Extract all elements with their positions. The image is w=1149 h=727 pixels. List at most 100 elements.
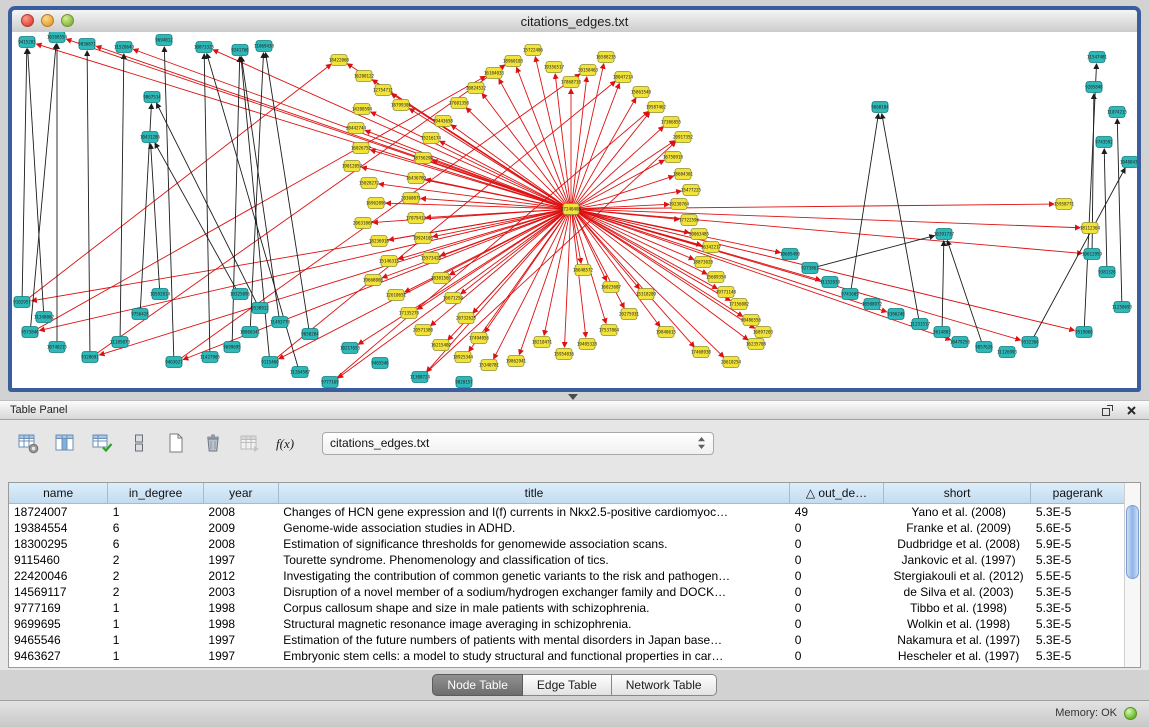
cell-pagerank[interactable]: 5.3E-5	[1031, 552, 1125, 568]
graph-node[interactable]: 17601350	[449, 98, 470, 109]
graph-node[interactable]: 15958771	[1054, 199, 1075, 210]
cell-name[interactable]: 9463627	[9, 648, 108, 664]
tab-node-table[interactable]: Node Table	[432, 674, 523, 696]
cell-short[interactable]: Stergiakouli et al. (2012)	[883, 568, 1031, 584]
cell-out_degree[interactable]: 0	[790, 600, 884, 616]
cell-in_degree[interactable]: 2	[108, 552, 204, 568]
graph-node[interactable]: 15028272	[359, 178, 380, 189]
cell-name[interactable]: 22420046	[9, 568, 108, 584]
cell-in_degree[interactable]: 1	[108, 616, 204, 632]
graph-node[interactable]: 17240408	[561, 204, 582, 215]
network-graph[interactable]: 1724040818422060162801221275471118799301…	[12, 32, 1137, 388]
graph-edge[interactable]	[817, 236, 935, 267]
graph-node[interactable]: 15954036	[554, 349, 575, 360]
graph-node[interactable]: 9538912	[251, 303, 269, 314]
graph-node[interactable]: 20360871	[401, 193, 422, 204]
cell-pagerank[interactable]: 5.3E-5	[1031, 584, 1125, 600]
graph-edge[interactable]	[31, 44, 56, 327]
column-header-short[interactable]: short	[883, 483, 1031, 504]
table-selector-dropdown[interactable]: citations_edges.txt	[322, 432, 714, 455]
graph-edge[interactable]	[578, 191, 681, 208]
cell-in_degree[interactable]: 2	[108, 568, 204, 584]
minimize-window-button[interactable]	[41, 14, 54, 27]
graph-node[interactable]: 10860341	[240, 327, 261, 338]
column-settings-button[interactable]	[14, 429, 42, 457]
graph-node[interactable]: 20610254	[721, 357, 742, 368]
table-row[interactable]: 946554611997Estimation of the future num…	[9, 632, 1125, 648]
graph-node[interactable]: 15340781	[479, 360, 500, 371]
graph-node[interactable]: 18799301	[391, 100, 412, 111]
column-header-pagerank[interactable]: pagerank	[1031, 483, 1125, 504]
graph-node[interactable]: 11264587	[290, 367, 311, 378]
graph-node[interactable]: 9519060	[1075, 327, 1093, 338]
delete-button[interactable]	[199, 429, 227, 457]
graph-node[interactable]: 9036871	[78, 39, 96, 50]
graph-node[interactable]: 9699695	[223, 342, 241, 353]
cell-out_degree[interactable]: 0	[790, 552, 884, 568]
graph-node[interactable]: 16436709	[406, 173, 427, 184]
graph-node[interactable]: 9115460	[261, 357, 279, 368]
table-row[interactable]: 1938455462009Genome-wide association stu…	[9, 520, 1125, 536]
new-file-button[interactable]	[162, 429, 190, 457]
cell-name[interactable]: 9465546	[9, 632, 108, 648]
cell-title[interactable]: Corpus callosum shape and size in male p…	[278, 600, 789, 616]
graph-node[interactable]: 9741605	[841, 289, 859, 300]
cell-pagerank[interactable]: 5.3E-5	[1031, 504, 1125, 521]
cell-short[interactable]: Yano et al. (2008)	[883, 504, 1031, 521]
graph-edge[interactable]	[482, 94, 567, 206]
cell-year[interactable]: 2012	[203, 568, 278, 584]
graph-node[interactable]: 15216174	[421, 133, 442, 144]
cell-pagerank[interactable]: 5.5E-5	[1031, 568, 1125, 584]
graph-edge[interactable]	[213, 50, 564, 207]
column-header-out_degree[interactable]: △ out_de…	[790, 483, 884, 504]
graph-node[interactable]: 11427905	[200, 352, 221, 363]
graph-node[interactable]: 18381569	[431, 273, 452, 284]
graph-node[interactable]: 15146315	[379, 256, 400, 267]
graph-node[interactable]: 18873020	[693, 257, 714, 268]
graph-edge[interactable]	[250, 53, 263, 327]
column-header-name[interactable]: name	[9, 483, 108, 504]
column-chooser-button[interactable]	[51, 429, 79, 457]
graph-node[interactable]: 10612959	[1082, 249, 1103, 260]
graph-node[interactable]: 16750918	[663, 152, 684, 163]
graph-node[interactable]: 12610651	[386, 290, 407, 301]
graph-node[interactable]: 16026752	[351, 143, 372, 154]
table-row[interactable]: 969969511998Structural magnetic resonanc…	[9, 616, 1125, 632]
graph-node[interactable]: 10431286	[140, 132, 161, 143]
graph-edge[interactable]	[96, 65, 505, 354]
tab-edge-table[interactable]: Edge Table	[523, 674, 612, 696]
graph-node[interactable]: 18648572	[573, 265, 594, 276]
graph-edge[interactable]	[577, 212, 755, 329]
cell-out_degree[interactable]: 0	[790, 616, 884, 632]
graph-node[interactable]: 18960103	[503, 56, 524, 67]
graph-node[interactable]: 19405328	[577, 339, 598, 350]
graph-node[interactable]: 19862941	[506, 356, 527, 367]
graph-node[interactable]: 10592814	[150, 289, 171, 300]
graph-edge[interactable]	[266, 53, 309, 329]
table-edit-button[interactable]	[88, 429, 116, 457]
graph-node[interactable]: 9273861	[801, 263, 819, 274]
column-header-in_degree[interactable]: in_degree	[108, 483, 204, 504]
graph-node[interactable]: 9756428	[131, 309, 149, 320]
graph-node[interactable]: 15609354	[706, 272, 727, 283]
graph-node[interactable]: 16897203	[753, 327, 774, 338]
graph-node[interactable]: 16215402	[431, 340, 452, 351]
graph-node[interactable]: 15573428	[421, 253, 442, 264]
graph-edge[interactable]	[120, 54, 124, 337]
cell-in_degree[interactable]: 1	[108, 504, 204, 521]
graph-node[interactable]: 19443658	[433, 116, 454, 127]
graph-edge[interactable]	[575, 112, 649, 205]
graph-node[interactable]: 17156082	[729, 299, 750, 310]
cell-year[interactable]: 1997	[203, 648, 278, 664]
graph-node[interactable]: 9415203	[18, 37, 36, 48]
graph-node[interactable]: 17868710	[561, 77, 582, 88]
graph-node[interactable]: 16235708	[746, 339, 767, 350]
column-header-title[interactable]: title	[278, 483, 789, 504]
graph-node[interactable]: 15722406	[523, 45, 544, 56]
graph-node[interactable]: 18236916	[369, 236, 390, 247]
graph-node[interactable]: 18422060	[329, 55, 350, 66]
graph-node[interactable]: 11348062	[34, 312, 55, 323]
close-panel-button[interactable]	[1126, 405, 1137, 416]
graph-node[interactable]: 17468930	[691, 347, 712, 358]
function-builder-button[interactable]: f(x)	[273, 429, 301, 457]
